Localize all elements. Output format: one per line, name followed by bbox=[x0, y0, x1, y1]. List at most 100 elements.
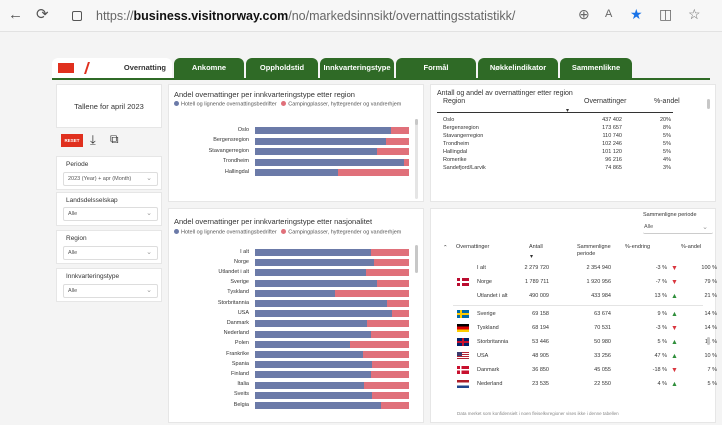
nationality-chart-scroll-thumb[interactable] bbox=[415, 245, 418, 273]
address-bar[interactable]: https://business.visitnorway.com/no/mark… bbox=[62, 4, 562, 28]
bar-hotel[interactable] bbox=[255, 371, 371, 379]
open-external-icon[interactable]: ⧉ bbox=[110, 132, 119, 147]
bar-hotel[interactable] bbox=[255, 269, 366, 277]
bar-row[interactable] bbox=[255, 361, 409, 369]
bar-camping[interactable] bbox=[373, 259, 409, 267]
bar-camping[interactable] bbox=[372, 391, 409, 399]
back-icon[interactable]: ← bbox=[8, 7, 23, 23]
bar-hotel[interactable] bbox=[255, 330, 371, 338]
bar-camping[interactable] bbox=[385, 137, 409, 145]
bar-row[interactable] bbox=[255, 300, 409, 307]
bar-hotel[interactable] bbox=[255, 137, 386, 145]
zoom-icon[interactable]: ⊕ bbox=[578, 6, 590, 23]
bar-camping[interactable] bbox=[364, 381, 409, 389]
tab-nokkelindikator[interactable]: Nøkkelindikator bbox=[478, 58, 558, 78]
bar-hotel[interactable] bbox=[255, 391, 373, 399]
compare-header-overnattinger[interactable]: Overnattinger bbox=[456, 244, 489, 250]
compare-header-endring[interactable]: %-endring bbox=[625, 244, 650, 250]
tab-oppholdstid[interactable]: Oppholdstid bbox=[246, 58, 318, 78]
bar-hotel[interactable] bbox=[255, 148, 377, 155]
bar-camping[interactable] bbox=[335, 289, 409, 297]
bar-camping[interactable] bbox=[362, 351, 409, 358]
bar-camping[interactable] bbox=[390, 127, 409, 134]
bar-camping[interactable] bbox=[404, 158, 409, 166]
bar-row[interactable] bbox=[255, 391, 409, 399]
bar-row[interactable] bbox=[255, 381, 409, 389]
bar-row[interactable] bbox=[255, 249, 409, 256]
bar-camping[interactable] bbox=[370, 249, 409, 256]
bar-camping[interactable] bbox=[381, 402, 409, 409]
bar-hotel[interactable] bbox=[255, 310, 393, 318]
compare-header-andel[interactable]: %-andel bbox=[681, 244, 701, 250]
bar-camping[interactable] bbox=[350, 340, 409, 348]
bar-row[interactable] bbox=[255, 402, 409, 409]
bar-hotel[interactable] bbox=[255, 381, 365, 389]
innkvarteringstype-select[interactable]: Alle ⌄ bbox=[63, 284, 158, 298]
bar-row[interactable] bbox=[255, 169, 409, 176]
bar-row[interactable] bbox=[255, 340, 409, 348]
collapse-icon[interactable]: ⌃ bbox=[443, 245, 448, 251]
tab-overnatting[interactable]: Overnatting bbox=[52, 58, 172, 78]
tab-formal[interactable]: Formål bbox=[396, 58, 476, 78]
bar-row[interactable] bbox=[255, 289, 409, 297]
bar-camping[interactable] bbox=[338, 169, 409, 176]
bar-row[interactable] bbox=[255, 269, 409, 277]
region-table-scroll-thumb[interactable] bbox=[707, 99, 710, 109]
split-screen-icon[interactable]: ◫ bbox=[659, 6, 672, 23]
bar-hotel[interactable] bbox=[255, 259, 374, 267]
sort-desc-icon[interactable]: ▾ bbox=[530, 253, 533, 260]
bar-row[interactable] bbox=[255, 279, 409, 287]
region-table-header-region[interactable]: Region bbox=[443, 98, 465, 105]
region-table-header-overnattinger[interactable]: Overnattinger bbox=[584, 98, 626, 105]
bar-camping[interactable] bbox=[370, 371, 409, 379]
landsdelsselskap-select[interactable]: Alle ⌄ bbox=[63, 207, 158, 221]
bar-row[interactable] bbox=[255, 127, 409, 134]
compare-table-scroll-thumb[interactable] bbox=[707, 337, 710, 345]
bar-row[interactable] bbox=[255, 351, 409, 358]
reload-icon[interactable]: ⟳ bbox=[36, 7, 49, 23]
bar-row[interactable] bbox=[255, 310, 409, 318]
bar-camping[interactable] bbox=[372, 361, 409, 369]
bar-camping[interactable] bbox=[376, 148, 409, 155]
bar-camping[interactable] bbox=[370, 330, 409, 338]
bar-hotel[interactable] bbox=[255, 320, 368, 328]
bar-camping[interactable] bbox=[367, 320, 409, 328]
read-aloud-icon[interactable]: A bbox=[605, 8, 612, 20]
bar-row[interactable] bbox=[255, 320, 409, 328]
region-chart-scrollbar[interactable] bbox=[415, 119, 418, 199]
tab-ankomne[interactable]: Ankomne bbox=[174, 58, 244, 78]
bar-hotel[interactable] bbox=[255, 249, 371, 256]
bar-row[interactable] bbox=[255, 137, 409, 145]
periode-select[interactable]: 2023 (Year) + apr (Month) ⌄ bbox=[63, 172, 158, 186]
compare-period-select[interactable]: Alle ⌄ bbox=[643, 222, 713, 234]
bar-hotel[interactable] bbox=[255, 351, 363, 358]
bar-hotel[interactable] bbox=[255, 340, 351, 348]
bar-row[interactable] bbox=[255, 371, 409, 379]
bar-hotel[interactable] bbox=[255, 169, 339, 176]
bar-hotel[interactable] bbox=[255, 402, 382, 409]
favorites-list-icon[interactable]: ☆ bbox=[688, 6, 701, 23]
bar-row[interactable] bbox=[255, 158, 409, 166]
bar-hotel[interactable] bbox=[255, 361, 373, 369]
bar-hotel[interactable] bbox=[255, 127, 391, 134]
bar-camping[interactable] bbox=[376, 279, 409, 287]
reset-button[interactable]: RESET bbox=[61, 134, 83, 147]
bar-camping[interactable] bbox=[365, 269, 409, 277]
bar-hotel[interactable] bbox=[255, 300, 388, 307]
bar-hotel[interactable] bbox=[255, 289, 336, 297]
compare-header-sammenligne[interactable]: Sammenligne periode bbox=[577, 244, 621, 258]
bar-row[interactable] bbox=[255, 259, 409, 267]
download-icon[interactable]: ⤓ bbox=[90, 132, 96, 148]
tab-sammenlikne[interactable]: Sammenlikne bbox=[560, 58, 632, 78]
bar-row[interactable] bbox=[255, 148, 409, 155]
favorite-star-icon[interactable]: ★ bbox=[630, 6, 643, 23]
tab-innkvarteringstype[interactable]: Innkvarteringstype bbox=[320, 58, 394, 78]
bar-hotel[interactable] bbox=[255, 158, 405, 166]
region-select[interactable]: Alle ⌄ bbox=[63, 246, 158, 260]
bar-row[interactable] bbox=[255, 330, 409, 338]
bar-camping[interactable] bbox=[387, 300, 409, 307]
bar-hotel[interactable] bbox=[255, 279, 377, 287]
region-chart-scroll-thumb[interactable] bbox=[415, 119, 418, 125]
compare-header-antall[interactable]: Antall bbox=[529, 244, 543, 250]
bar-camping[interactable] bbox=[392, 310, 409, 318]
